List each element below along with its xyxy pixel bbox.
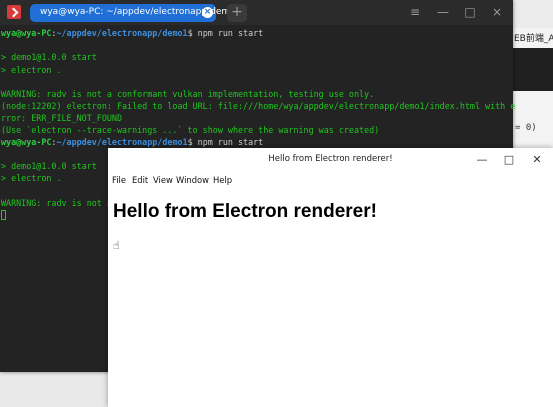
close-icon[interactable]: × <box>202 7 213 18</box>
terminal-tab[interactable]: wya@wya-PC: ~/appdev/electronapp/demo1 × <box>30 4 241 22</box>
background-toolbar <box>512 0 553 28</box>
electron-titlebar[interactable]: Hello from Electron renderer! — □ ✕ <box>108 148 553 172</box>
terminal-line: > demo1@1.0.0 start <box>1 161 97 171</box>
terminal-line: rror: ERR_FILE_NOT_FOUND <box>1 113 123 123</box>
terminal-line: > electron . <box>1 173 62 183</box>
terminal-prompt-line: wya@wya-PC:~/appdev/electronapp/demo1$ n… <box>1 137 264 147</box>
hamburger-menu-icon[interactable]: ≡ <box>406 4 424 20</box>
menu-file[interactable]: File <box>112 175 126 185</box>
menu-help[interactable]: Help <box>213 175 232 185</box>
close-window-icon[interactable]: × <box>488 4 506 20</box>
menu-view[interactable]: View <box>153 175 173 185</box>
terminal-line: (Use `electron --trace-warnings ...` to … <box>1 125 380 135</box>
hand-pointer-icon: ☝ <box>113 239 120 252</box>
background-code-text: = 0) <box>515 123 537 133</box>
terminal-titlebar[interactable]: wya@wya-PC: ~/appdev/electronapp/demo1 ×… <box>0 0 513 25</box>
maximize-icon[interactable]: □ <box>461 4 479 20</box>
background-tab-text[interactable]: EB前端_All <box>514 31 553 44</box>
minimize-icon[interactable]: — <box>434 4 452 20</box>
close-icon[interactable]: ✕ <box>527 152 547 168</box>
terminal-cursor <box>1 210 6 220</box>
electron-menubar: File Edit View Window Help <box>108 172 553 188</box>
terminal-line: > demo1@1.0.0 start <box>1 52 97 62</box>
maximize-icon[interactable]: □ <box>499 152 519 168</box>
electron-content: Hello from Electron renderer! ☝ <box>108 188 553 407</box>
page-heading: Hello from Electron renderer! <box>113 201 377 222</box>
menu-edit[interactable]: Edit <box>132 175 148 185</box>
terminal-line: WARNING: radv is not a conformant vulkan… <box>1 89 375 99</box>
terminal-prompt-line: wya@wya-PC:~/appdev/electronapp/demo1$ n… <box>1 28 264 38</box>
terminal-line: WARNING: radv is not a <box>1 198 112 208</box>
terminal-line: > electron . <box>1 65 62 75</box>
background-dark-panel <box>512 48 553 91</box>
minimize-icon[interactable]: — <box>472 152 492 168</box>
electron-window: Hello from Electron renderer! — □ ✕ File… <box>108 148 553 407</box>
terminal-app-icon[interactable] <box>7 5 21 19</box>
plus-icon[interactable]: + <box>227 4 247 22</box>
menu-window[interactable]: Window <box>176 175 209 185</box>
terminal-line: (node:12202) electron: Failed to load UR… <box>1 101 516 111</box>
